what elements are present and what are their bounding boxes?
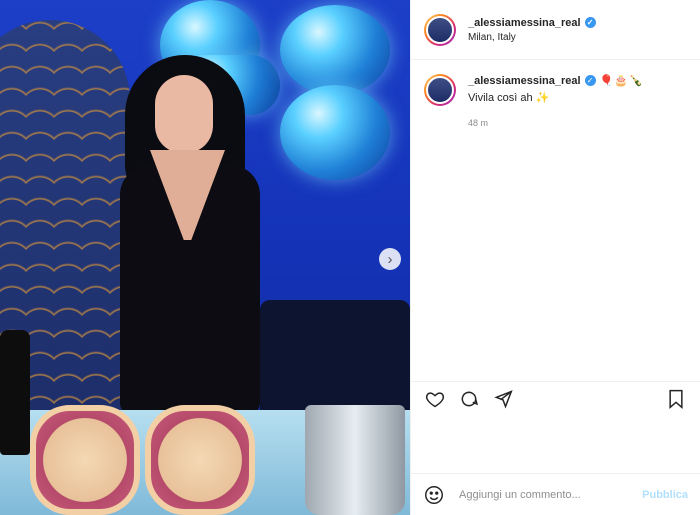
dark-furniture [260,300,410,420]
chevron-right-icon[interactable]: › [379,248,401,270]
post-sidebar: _alessiamessina_real ✓ Milan, Italy _ale… [410,0,700,515]
verified-badge-icon: ✓ [584,17,596,28]
paper-plane-icon[interactable] [491,387,515,411]
heart-icon[interactable] [423,387,447,411]
person-face [155,75,213,153]
balloon-eight-bottom [280,85,390,180]
post-location[interactable]: Milan, Italy [468,32,596,43]
champagne-bucket [305,405,405,515]
post-username[interactable]: _alessiamessina_real [468,17,581,29]
comment-input[interactable] [459,488,624,501]
comment-bubble-icon[interactable] [457,387,481,411]
post-photo[interactable] [0,0,410,515]
bookmark-icon[interactable] [664,387,688,411]
smiley-icon[interactable] [423,484,445,506]
caption-text: Vivila così ah ✨ [468,92,550,104]
cake-eight [145,405,255,515]
action-bar [411,381,700,415]
avatar[interactable] [424,74,456,106]
cake-two [30,405,140,515]
bottle [0,330,30,455]
publish-button[interactable]: Pubblica [642,489,688,501]
caption-emojis: 🎈🎂🍾 [599,75,644,87]
add-comment-bar: Pubblica [411,473,700,515]
balloon-eight-top [280,5,390,95]
post-header: _alessiamessina_real ✓ Milan, Italy [411,0,700,60]
caption-username[interactable]: _alessiamessina_real [468,75,581,87]
verified-badge-icon: ✓ [584,75,596,86]
caption: _alessiamessina_real ✓ 🎈🎂🍾 Vivila così a… [411,60,700,128]
avatar[interactable] [424,13,456,46]
post-time[interactable]: 48 m [468,118,644,128]
